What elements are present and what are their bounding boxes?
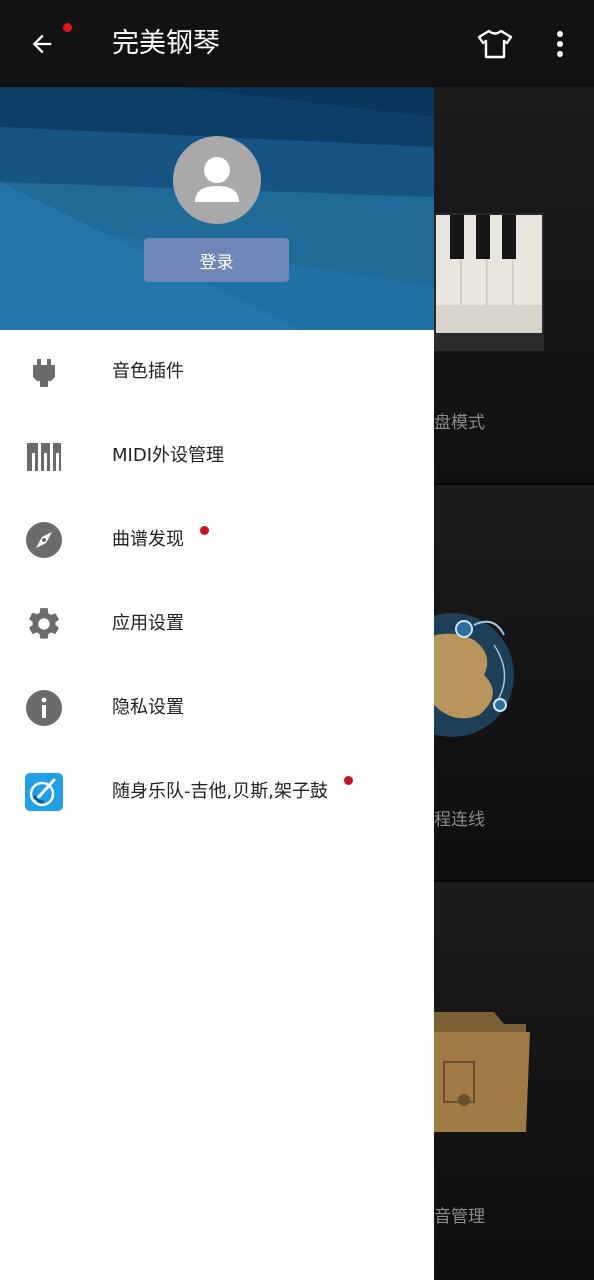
top-app-bar: 完美钢琴 <box>0 0 594 87</box>
menu-label: 应用设置 <box>112 613 184 634</box>
midi-keyboard-icon <box>24 436 64 476</box>
info-icon <box>24 688 64 728</box>
keyboard-mode-card[interactable]: 盘模式 <box>434 87 594 483</box>
plugin-icon <box>24 352 64 392</box>
remote-link-card[interactable]: 程连线 <box>434 485 594 880</box>
menu-label: 隐私设置 <box>112 697 184 718</box>
drawer-header: 登录 <box>0 87 434 330</box>
more-vertical-icon <box>557 31 563 57</box>
menu-item-midi-devices[interactable]: MIDI外设管理 <box>0 414 434 498</box>
menu-label: 曲谱发现 <box>112 529 184 550</box>
recording-manage-label: 音管理 <box>434 1207 485 1227</box>
menu-item-score-discover[interactable]: 曲谱发现 <box>0 498 434 582</box>
music-folder-image <box>434 1012 530 1132</box>
new-badge-dot <box>200 526 209 535</box>
user-avatar-icon <box>195 157 239 202</box>
navigation-drawer: 登录 音色插件 MIDI外设管理 曲谱发现 应用设置 隐私设置 随身乐队-吉他,… <box>0 87 434 1280</box>
keyboard-mode-label: 盘模式 <box>434 413 485 433</box>
menu-label: MIDI外设管理 <box>112 445 225 466</box>
band-app-icon <box>24 772 64 812</box>
back-button[interactable] <box>22 24 62 64</box>
menu-label: 随身乐队-吉他,贝斯,架子鼓 <box>112 781 328 802</box>
menu-item-app-settings[interactable]: 应用设置 <box>0 582 434 666</box>
remote-link-label: 程连线 <box>434 810 485 830</box>
new-badge-dot <box>344 776 353 785</box>
compass-icon <box>24 520 64 560</box>
menu-item-tone-plugins[interactable]: 音色插件 <box>0 330 434 414</box>
menu-item-band-app[interactable]: 随身乐队-吉他,贝斯,架子鼓 <box>0 750 434 834</box>
globe-image <box>434 613 514 737</box>
app-title: 完美钢琴 <box>112 28 220 59</box>
user-avatar[interactable] <box>173 136 261 224</box>
skin-button[interactable] <box>474 24 516 64</box>
login-button[interactable]: 登录 <box>144 238 289 282</box>
arrow-left-icon <box>32 34 52 54</box>
recording-manage-card[interactable]: 音管理 <box>434 882 594 1280</box>
menu-label: 音色插件 <box>112 361 184 382</box>
piano-keys-image <box>434 213 544 351</box>
menu-item-privacy-settings[interactable]: 隐私设置 <box>0 666 434 750</box>
more-options-button[interactable] <box>544 24 576 64</box>
t-shirt-icon <box>477 29 513 59</box>
notification-dot <box>63 23 72 32</box>
gear-icon <box>24 604 64 644</box>
app-root: 盘模式 程连线 音管理 完美钢琴 登录 音色插件 MIDI外设管理 曲谱发现 应… <box>0 0 594 1280</box>
